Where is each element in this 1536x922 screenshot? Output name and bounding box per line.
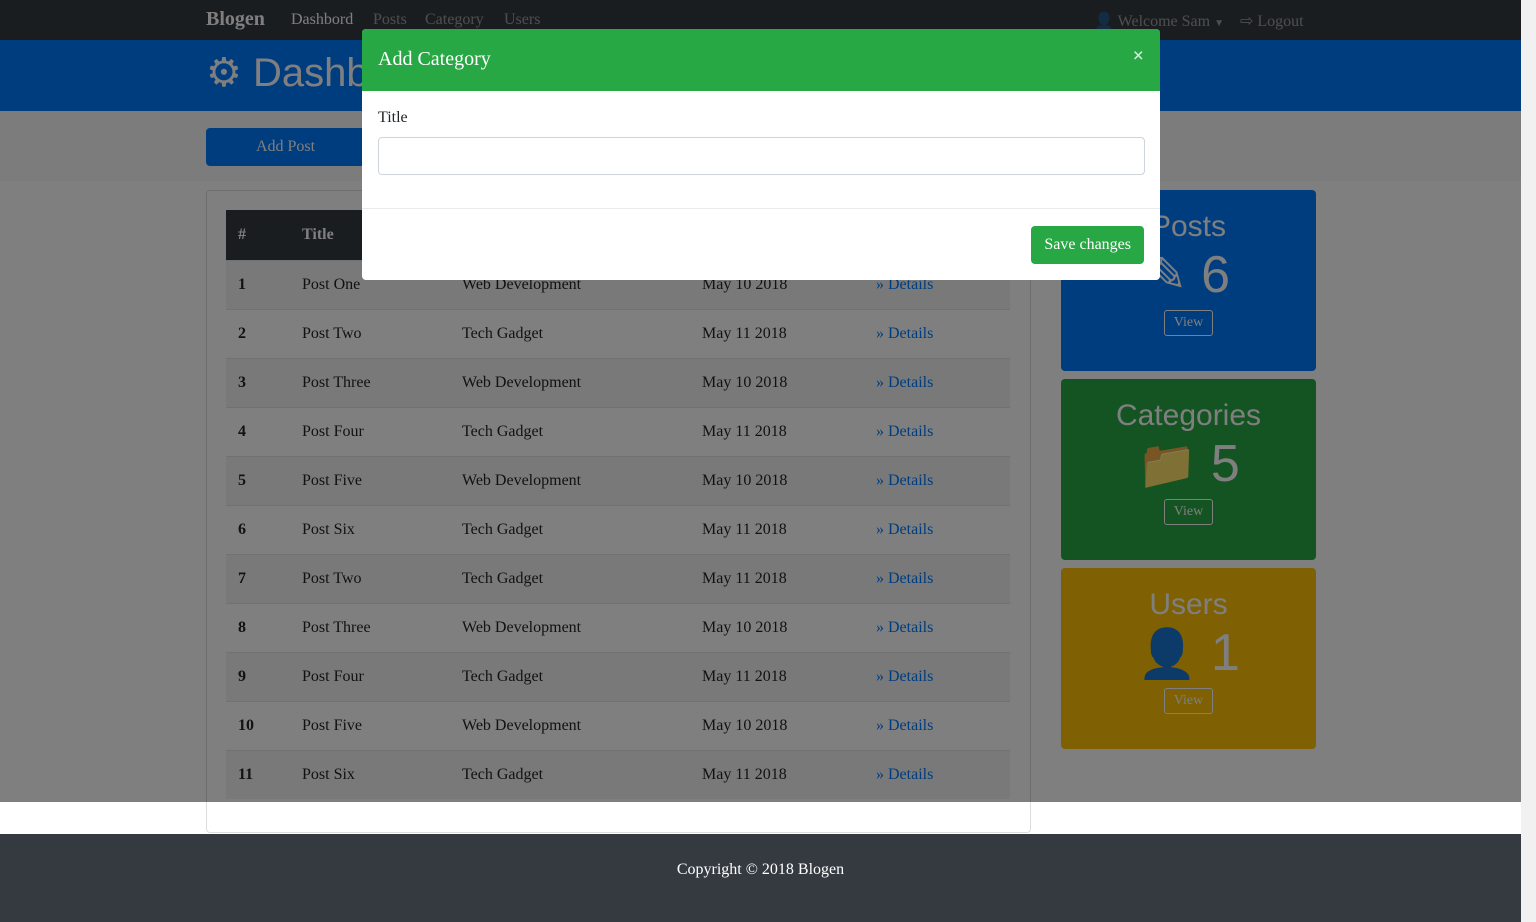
modal-header: Add Category × [362,29,1160,91]
title-label: Title [378,109,408,126]
modal-title: Add Category [378,48,491,70]
footer: Copyright © 2018 Blogen [0,834,1521,922]
save-changes-button[interactable]: Save changes [1031,226,1144,264]
close-icon[interactable]: × [1133,45,1144,68]
title-input[interactable] [378,137,1145,175]
scrollbar[interactable] [1521,0,1536,922]
modal-body: Title [362,91,1160,209]
copyright: Copyright © 2018 Blogen [676,861,845,878]
add-category-modal: Add Category × Title Save changes [362,29,1160,280]
